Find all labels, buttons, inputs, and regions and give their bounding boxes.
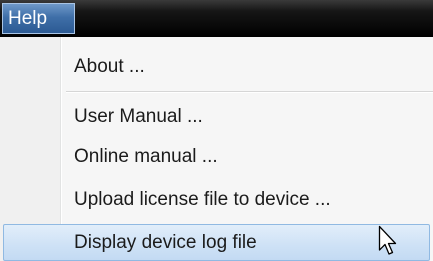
menu-item-about[interactable]: About ...: [0, 47, 433, 87]
menu-item-online-manual-label: Online manual ...: [74, 146, 218, 167]
menu-bar: Help: [0, 0, 433, 37]
menu-item-upload-license[interactable]: Upload license file to device ...: [0, 180, 433, 220]
menu-help[interactable]: Help: [2, 3, 75, 34]
menu-item-about-label: About ...: [74, 56, 145, 77]
menu-item-user-manual-label: User Manual ...: [74, 106, 203, 127]
menu-separator-highlight: [66, 92, 433, 93]
menu-item-display-device-log-label: Display device log file: [74, 232, 257, 253]
help-dropdown-menu: About ... User Manual ... Online manual …: [0, 37, 433, 261]
menu-item-upload-license-label: Upload license file to device ...: [74, 189, 331, 210]
menu-item-display-device-log[interactable]: Display device log file: [3, 224, 430, 261]
menu-item-online-manual[interactable]: Online manual ...: [0, 137, 433, 177]
menu-item-user-manual[interactable]: User Manual ...: [0, 97, 433, 137]
